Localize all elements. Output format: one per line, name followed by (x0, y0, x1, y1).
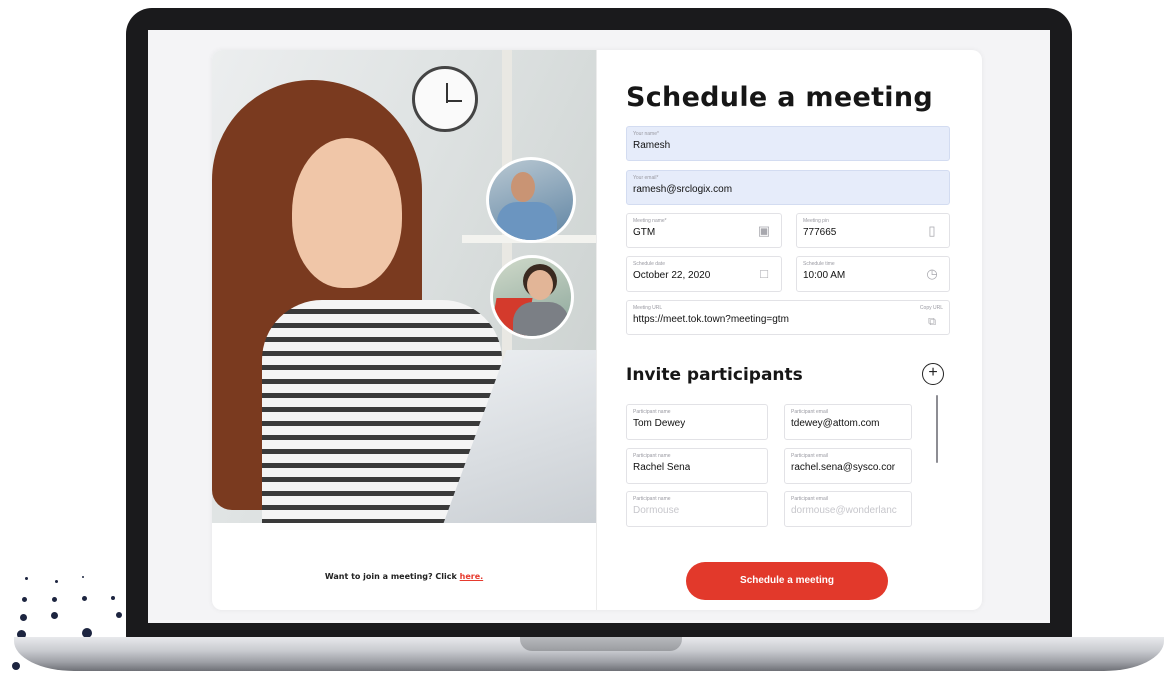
invite-participants-heading: Invite participants (626, 365, 803, 385)
your-name-field[interactable]: Your name* Ramesh (626, 126, 950, 161)
field-value: https://meet.tok.town?meeting=gtm (633, 314, 789, 325)
join-meeting-text: Want to join a meeting? Click here. (212, 572, 596, 581)
field-value: 777665 (803, 227, 837, 238)
decor-dot (82, 596, 87, 601)
decor-dot (12, 662, 20, 670)
participants-scrollbar[interactable] (936, 395, 938, 463)
meeting-name-field[interactable]: Meeting name* GTM ▣ (626, 213, 782, 248)
field-label: Participant name (633, 453, 671, 459)
meeting-pin-field[interactable]: Meeting pin 777665 ▯ (796, 213, 950, 248)
field-placeholder: dormouse@wonderlanc (791, 505, 897, 516)
copy-icon[interactable]: ⧉ (923, 313, 941, 331)
decor-dot (20, 614, 27, 621)
field-label: Your email* (633, 175, 659, 181)
clock-icon[interactable]: ◷ (923, 265, 941, 283)
your-email-field[interactable]: Your email* ramesh@srclogix.com (626, 170, 950, 205)
participant-name-field[interactable]: Participant name Dormouse (626, 491, 768, 527)
participant-email-field[interactable]: Participant email rachel.sena@sysco.cor (784, 448, 912, 484)
schedule-meeting-button[interactable]: Schedule a meeting (686, 562, 888, 600)
calendar-icon[interactable]: □ (755, 265, 773, 283)
field-value: 10:00 AM (803, 270, 846, 281)
plus-circle-icon[interactable]: + (922, 363, 944, 385)
field-label: Meeting URL (633, 305, 663, 311)
field-value: rachel.sena@sysco.cor (791, 462, 896, 473)
field-label: Participant name (633, 496, 671, 502)
decor-dot (52, 597, 57, 602)
participant-avatar-woman (490, 255, 574, 339)
decor-dot (116, 612, 122, 618)
field-value: October 22, 2020 (633, 270, 711, 281)
field-label: Participant name (633, 409, 671, 415)
decor-dot (22, 597, 27, 602)
laptop-notch (520, 637, 682, 651)
decor-dot (82, 576, 84, 578)
laptop-screen: Want to join a meeting? Click here. Sche… (148, 30, 1050, 623)
field-value: ramesh@srclogix.com (633, 184, 733, 195)
keypad-icon: ▯ (928, 223, 936, 238)
join-here-link[interactable]: here. (460, 572, 484, 581)
wall-clock-icon (412, 66, 478, 132)
schedule-time-field[interactable]: Schedule time 10:00 AM ◷ (796, 256, 950, 292)
field-value: GTM (633, 227, 656, 238)
meeting-url-field[interactable]: Meeting URL https://meet.tok.town?meetin… (626, 300, 950, 335)
participant-name-field[interactable]: Participant name Rachel Sena (626, 448, 768, 484)
avatar-body (513, 302, 569, 336)
field-value: tdewey@attom.com (791, 418, 880, 429)
field-label: Schedule time (803, 261, 835, 267)
schedule-date-field[interactable]: Schedule date October 22, 2020 □ (626, 256, 782, 292)
schedule-card: Want to join a meeting? Click here. Sche… (212, 50, 982, 610)
field-label: Meeting name* (633, 218, 667, 224)
field-label: Participant email (791, 409, 828, 415)
panel-divider (596, 50, 597, 610)
field-label: Participant email (791, 453, 828, 459)
field-placeholder: Dormouse (633, 505, 680, 516)
clock-hand (446, 100, 462, 102)
field-value: Ramesh (633, 140, 671, 151)
decor-dot (25, 577, 28, 580)
decor-dot (111, 596, 115, 600)
avatar-head (527, 270, 553, 300)
field-label: Your name* (633, 131, 659, 137)
copy-url-label: Copy URL (919, 305, 943, 311)
hero-photo (212, 50, 596, 523)
field-label: Schedule date (633, 261, 665, 267)
decor-dot (51, 612, 58, 619)
video-camera-icon: ▣ (757, 223, 771, 238)
avatar-body (497, 202, 557, 240)
person-face (292, 138, 402, 288)
participant-avatar-man (486, 157, 576, 243)
participant-email-field[interactable]: Participant email dormouse@wonderlanc (784, 491, 912, 527)
decor-dot (55, 580, 58, 583)
avatar-head (511, 172, 535, 202)
field-label: Participant email (791, 496, 828, 502)
participant-name-field[interactable]: Participant name Tom Dewey (626, 404, 768, 440)
stage: Want to join a meeting? Click here. Sche… (0, 0, 1165, 673)
page-title: Schedule a meeting (626, 82, 933, 113)
field-label: Meeting pin (803, 218, 829, 224)
join-prefix: Want to join a meeting? Click (324, 572, 457, 581)
field-value: Rachel Sena (633, 462, 691, 473)
participant-email-field[interactable]: Participant email tdewey@attom.com (784, 404, 912, 440)
field-value: Tom Dewey (633, 418, 686, 429)
